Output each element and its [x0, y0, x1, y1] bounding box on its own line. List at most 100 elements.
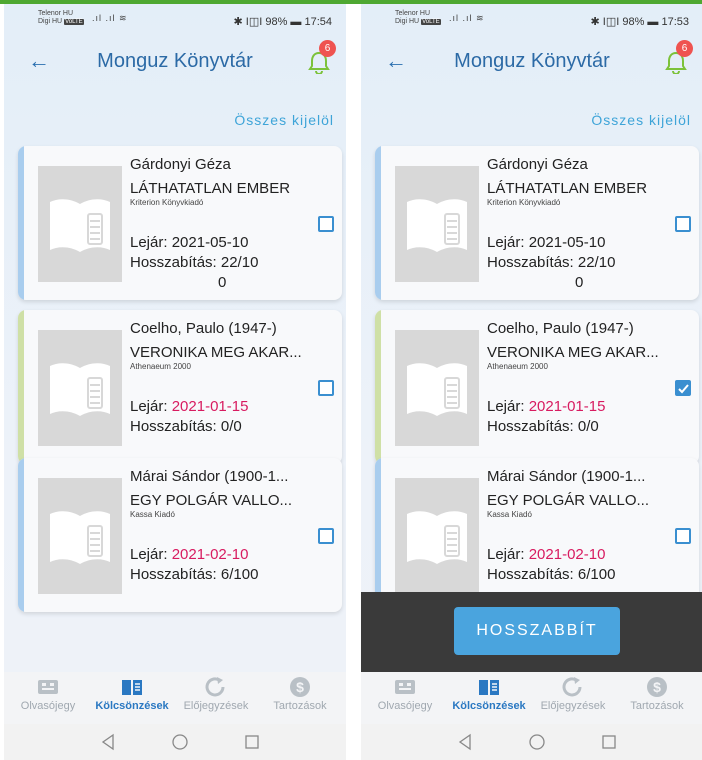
- loan-title: LÁTHATATLAN EMBER: [487, 180, 648, 197]
- card-stripe: [18, 458, 24, 612]
- book-icon: [447, 676, 531, 698]
- loan-extensions: Hosszabítás: 22/10: [487, 254, 616, 271]
- loan-checkbox[interactable]: [318, 216, 334, 232]
- loan-author: Márai Sándor (1900-1...: [130, 468, 289, 485]
- notification-bell-icon[interactable]: 6: [308, 40, 336, 75]
- due-date: 2021-02-10: [171, 546, 249, 563]
- loan-checkbox[interactable]: [675, 380, 691, 396]
- loan-publisher: Athenaeum 2000: [130, 362, 191, 371]
- loan-card[interactable]: Coelho, Paulo (1947-) VERONIKA MEG AKAR..…: [375, 310, 699, 464]
- nav-item-2[interactable]: Előjegyzések: [174, 676, 258, 722]
- loan-due: Lejár: 2021-02-10: [487, 546, 606, 563]
- book-icon: [90, 676, 174, 698]
- renew-button[interactable]: HOSSZABBÍT: [454, 607, 620, 655]
- nav-label: Kölcsönzések: [95, 700, 169, 712]
- system-recents-icon[interactable]: [242, 732, 262, 752]
- ticket-icon: [363, 676, 447, 698]
- nav-item-1[interactable]: Kölcsönzések: [447, 676, 531, 722]
- signal-wifi-icon: .ıl .ıl ≋: [449, 13, 485, 23]
- loan-publisher: Kriterion Könyvkiadó: [130, 198, 204, 207]
- nav-label: Tartozások: [630, 700, 684, 712]
- loan-due: Lejár: 2021-02-10: [130, 546, 249, 563]
- nav-item-3[interactable]: $ Tartozások: [615, 676, 699, 722]
- loan-author: Coelho, Paulo (1947-): [130, 320, 277, 337]
- notification-bell-icon[interactable]: 6: [665, 40, 693, 75]
- loan-title: EGY POLGÁR VALLO...: [130, 492, 293, 509]
- loan-due: Lejár: 2021-05-10: [487, 234, 606, 251]
- system-nav-bar: [361, 724, 702, 760]
- due-date: 2021-02-10: [528, 546, 606, 563]
- page-title: Monguz Könyvtár: [454, 50, 610, 72]
- loan-extensions-extra: 0: [575, 274, 584, 291]
- loan-publisher: Athenaeum 2000: [487, 362, 548, 371]
- loan-extensions: Hosszabítás: 6/100: [487, 566, 616, 583]
- phone-screen-before: Telenor HU Digi HU VoLTE .ıl .ıl ≋ ✱ I◫I 98…: [4, 4, 346, 760]
- loan-author: Márai Sándor (1900-1...: [487, 468, 646, 485]
- due-date: 2021-05-10: [528, 234, 606, 251]
- system-home-icon[interactable]: [170, 732, 190, 752]
- loan-card[interactable]: Gárdonyi Géza LÁTHATATLAN EMBER Kriterion …: [375, 146, 699, 300]
- carrier-info: Telenor HU Digi HU VoLTE: [38, 10, 84, 25]
- nav-label: Tartozások: [273, 700, 327, 712]
- bottom-nav: Olvasójegy Kölcsönzések Előjegyzések $ Tarto…: [4, 672, 346, 724]
- loan-title: VERONIKA MEG AKAR...: [130, 344, 302, 361]
- notification-badge: 6: [676, 40, 693, 57]
- loan-card[interactable]: Márai Sándor (1900-1... EGY POLGÁR VALLO.…: [375, 458, 699, 612]
- loan-author: Coelho, Paulo (1947-): [487, 320, 634, 337]
- nav-item-1[interactable]: Kölcsönzések: [90, 676, 174, 722]
- book-cover-placeholder: [395, 330, 479, 446]
- due-date: 2021-01-15: [528, 398, 606, 415]
- loan-author: Gárdonyi Géza: [487, 156, 588, 173]
- loan-card[interactable]: Coelho, Paulo (1947-) VERONIKA MEG AKAR..…: [18, 310, 342, 464]
- volte-badge: VoLTE: [421, 19, 441, 25]
- book-cover-placeholder: [395, 478, 479, 594]
- system-back-icon[interactable]: [98, 732, 118, 752]
- nav-item-0[interactable]: Olvasójegy: [6, 676, 90, 722]
- action-overlay: HOSSZABBÍT: [361, 592, 702, 672]
- ticket-icon: [6, 676, 90, 698]
- loan-checkbox[interactable]: [318, 380, 334, 396]
- loan-checkbox[interactable]: [318, 528, 334, 544]
- card-stripe: [18, 146, 24, 300]
- loan-due: Lejár: 2021-01-15: [487, 398, 606, 415]
- book-cover-placeholder: [38, 166, 122, 282]
- status-bar: Telenor HU Digi HU VoLTE .ıl .ıl ≋ ✱ I◫I 98…: [4, 4, 346, 34]
- signal-wifi-icon: .ıl .ıl ≋: [92, 13, 128, 23]
- book-cover-placeholder: [395, 166, 479, 282]
- loan-extensions: Hosszabítás: 22/10: [130, 254, 259, 271]
- loan-card[interactable]: Gárdonyi Géza LÁTHATATLAN EMBER Kriterion …: [18, 146, 342, 300]
- loan-extensions: Hosszabítás: 0/0: [487, 418, 599, 435]
- select-all-link[interactable]: Összes kijelöl: [234, 112, 334, 128]
- phone-screen-after: Telenor HU Digi HU VoLTE .ıl .ıl ≋ ✱ I◫I 98…: [361, 4, 702, 760]
- due-date: 2021-05-10: [171, 234, 249, 251]
- loan-checkbox[interactable]: [675, 216, 691, 232]
- loan-card[interactable]: Márai Sándor (1900-1... EGY POLGÁR VALLO.…: [18, 458, 342, 612]
- nav-item-0[interactable]: Olvasójegy: [363, 676, 447, 722]
- loan-due: Lejár: 2021-01-15: [130, 398, 249, 415]
- nav-item-3[interactable]: $ Tartozások: [258, 676, 342, 722]
- refresh-icon: [174, 676, 258, 698]
- system-recents-icon[interactable]: [599, 732, 619, 752]
- loan-title: EGY POLGÁR VALLO...: [487, 492, 650, 509]
- select-all-link[interactable]: Összes kijelöl: [591, 112, 691, 128]
- nav-label: Kölcsönzések: [452, 700, 526, 712]
- checkmark-icon: [678, 384, 689, 394]
- page-title: Monguz Könyvtár: [97, 50, 253, 72]
- carrier-info: Telenor HU Digi HU VoLTE: [395, 10, 441, 25]
- system-back-icon[interactable]: [455, 732, 475, 752]
- app-bar: ← Monguz Könyvtár 6: [4, 34, 346, 90]
- dollar-icon: $: [615, 676, 699, 698]
- loan-publisher: Kassa Kiadó: [487, 510, 532, 519]
- loan-checkbox[interactable]: [675, 528, 691, 544]
- card-stripe: [18, 310, 24, 464]
- due-date: 2021-01-15: [171, 398, 249, 415]
- battery-time: ✱ I◫I 98% ▬ 17:54: [233, 16, 333, 28]
- status-bar: Telenor HU Digi HU VoLTE .ıl .ıl ≋ ✱ I◫I 98…: [361, 4, 702, 34]
- loan-extensions-extra: 0: [218, 274, 227, 291]
- system-home-icon[interactable]: [527, 732, 547, 752]
- card-stripe: [375, 458, 381, 612]
- nav-item-2[interactable]: Előjegyzések: [531, 676, 615, 722]
- loan-due: Lejár: 2021-05-10: [130, 234, 249, 251]
- dollar-icon: $: [258, 676, 342, 698]
- refresh-icon: [531, 676, 615, 698]
